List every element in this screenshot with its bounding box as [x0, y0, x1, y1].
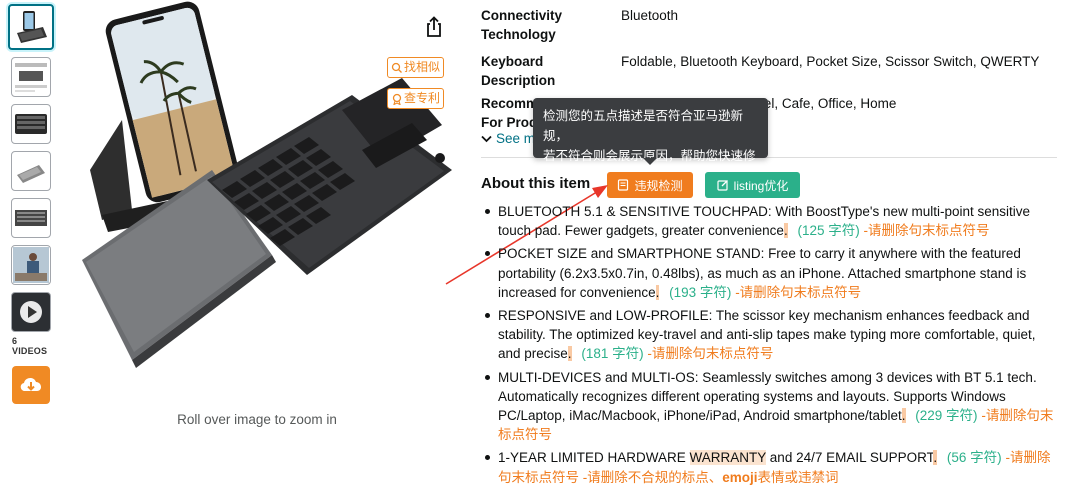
bullet-text: 1-YEAR LIMITED HARDWARE — [498, 450, 690, 466]
edit-icon — [717, 180, 728, 191]
char-count: (229 字符) — [915, 408, 978, 424]
warning-text-3: 表情或违禁词 — [757, 469, 839, 485]
bullet-end-punct: . — [901, 408, 906, 424]
listing-optimize-button[interactable]: listing优化 — [705, 172, 800, 198]
list-item: BLUETOOTH 5.1 & SENSITIVE TOUCHPAD: With… — [481, 202, 1061, 240]
thumbnail-size[interactable] — [11, 151, 51, 191]
char-count: (56 字符) — [946, 450, 1002, 466]
patent-icon — [392, 93, 402, 105]
flagged-word: WARRANTY — [689, 450, 767, 466]
cloud-download-button[interactable] — [12, 366, 50, 404]
thumbnail-lifestyle[interactable] — [11, 245, 51, 285]
violation-check-label: 违规检测 — [634, 178, 683, 193]
warning-text: -请删除句末标点符号 — [735, 284, 862, 300]
zoom-hint: Roll over image to zoom in — [177, 412, 337, 427]
bullet-end-punct: . — [933, 450, 938, 466]
warning-text: -请删除句末标点符号 — [647, 346, 774, 362]
bullet-end-punct: . — [655, 284, 660, 300]
spec-value: Foldable, Bluetooth Keyboard, Pocket Siz… — [621, 54, 1040, 69]
bullet-text: and 24/7 EMAIL SUPPORT — [766, 450, 934, 466]
warning-text: -请删除句末标点符号 — [863, 223, 990, 239]
spec-row: Keyboard Description Foldable, Bluetooth… — [481, 52, 1061, 90]
char-count: (193 字符) — [669, 284, 732, 300]
cloud-download-icon — [20, 377, 42, 391]
check-patent-label: 查专利 — [404, 91, 441, 105]
thumbnail-features[interactable] — [11, 57, 51, 97]
search-icon — [391, 62, 402, 73]
listing-optimize-label: listing优化 — [733, 178, 789, 193]
list-item: RESPONSIVE and LOW-PROFILE: The scissor … — [481, 306, 1061, 364]
share-icon[interactable] — [424, 16, 444, 41]
list-item: POCKET SIZE and SMARTPHONE STAND: Free t… — [481, 244, 1061, 302]
spec-value: Bluetooth — [621, 8, 679, 23]
warning-text-2: -请删除不合规的标点、 — [579, 469, 723, 485]
char-count: (125 字符) — [797, 223, 860, 239]
bullet-end-punct: . — [567, 346, 572, 362]
thumbnail-strip: 6 VIDEOS — [8, 4, 54, 404]
compliance-tooltip: 检测您的五点描述是否符合亚马逊新规， 若不符合则会展示原因，帮助您快速修改! — [533, 98, 768, 183]
spec-row: Connectivity Technology Bluetooth — [481, 6, 1061, 44]
spec-label: Connectivity Technology — [481, 8, 563, 42]
find-similar-button[interactable]: 找相似 — [387, 57, 445, 78]
find-similar-label: 找相似 — [404, 60, 441, 74]
play-icon — [20, 301, 42, 323]
spec-label: Keyboard Description — [481, 54, 556, 88]
videos-count-label[interactable]: 6 VIDEOS — [12, 336, 54, 356]
thumbnail-video[interactable] — [11, 292, 51, 332]
char-count: (181 字符) — [581, 346, 644, 362]
bullet-end-punct: . — [783, 223, 788, 239]
thumbnail-keyboard-stand[interactable] — [8, 4, 54, 50]
thumbnail-layout[interactable] — [11, 198, 51, 238]
thumbnail-keyboard-top[interactable] — [11, 104, 51, 144]
product-specs: Connectivity Technology Bluetooth Keyboa… — [481, 6, 1061, 98]
warning-emoji: emoji — [722, 469, 758, 485]
list-item: 1-YEAR LIMITED HARDWARE WARRANTY and 24/… — [481, 448, 1061, 486]
chevron-down-icon — [481, 135, 492, 142]
check-patent-button[interactable]: 查专利 — [387, 88, 445, 109]
list-item: MULTI-DEVICES and MULTI-OS: Seamlessly s… — [481, 368, 1061, 445]
tooltip-line-1: 检测您的五点描述是否符合亚马逊新规， — [543, 109, 744, 143]
bullet-list: BLUETOOTH 5.1 & SENSITIVE TOUCHPAD: With… — [481, 202, 1061, 491]
